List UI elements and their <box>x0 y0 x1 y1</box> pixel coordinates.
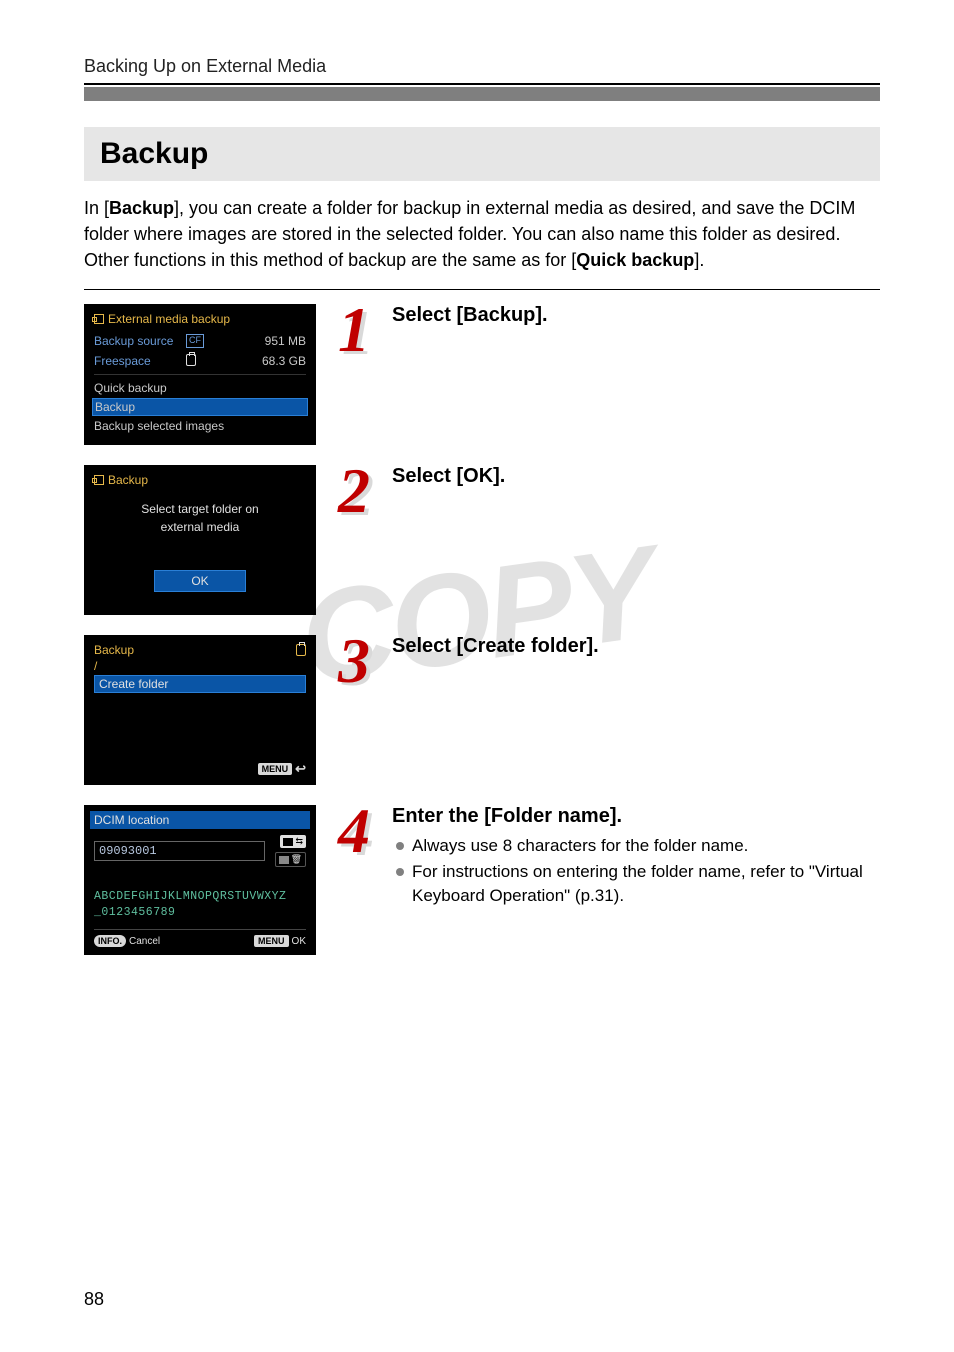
step-number-text: 3 <box>338 625 370 696</box>
running-head: Backing Up on External Media <box>84 56 880 77</box>
intro-text-suffix: ]. <box>694 250 704 270</box>
step-number-text: 2 <box>338 455 370 526</box>
freespace-value: 68.3 GB <box>196 354 306 368</box>
backup-source-row: Backup source CF 951 MB <box>94 334 306 348</box>
backup-source-value: 951 MB <box>204 334 306 348</box>
backup-menu-items: Quick backup Backup Backup selected imag… <box>94 374 306 435</box>
dial-delete-icon: 🗑 <box>275 852 306 867</box>
screenshot-external-media-backup: External media backup Backup source CF 9… <box>84 304 316 445</box>
step-heading: Select [Create folder]. <box>392 635 880 658</box>
dial-icon <box>279 856 289 864</box>
screenshot-create-folder: Backup / Create folder MENU ↩ <box>84 635 316 785</box>
return-icon: ↩ <box>295 761 306 777</box>
dialog-msg-line1: Select target folder on <box>141 502 258 516</box>
freespace-row: Freespace 68.3 GB <box>94 354 306 368</box>
ok-hint[interactable]: MENU OK <box>254 935 306 947</box>
ok-button[interactable]: OK <box>154 570 246 592</box>
header-rule <box>84 83 880 85</box>
screenshot-title-text: External media backup <box>108 312 230 326</box>
screenshot-header: Backup <box>94 643 306 657</box>
step-row: DCIM location 09093001 ⇆ 🗑 ABCDEFGHIJKLM… <box>84 805 880 955</box>
intro-bold-backup: Backup <box>109 198 174 218</box>
intro-text: In [ <box>84 198 109 218</box>
section-title: Backup <box>100 137 864 171</box>
step-heading: Select [Backup]. <box>392 304 880 327</box>
screenshot-title-text: Backup <box>94 643 134 657</box>
input-row: 09093001 ⇆ 🗑 <box>94 835 306 867</box>
ok-label: OK <box>292 936 306 947</box>
menu-item-quick-backup[interactable]: Quick backup <box>94 379 306 397</box>
screenshot-title: External media backup <box>94 312 306 326</box>
step-copy: Select [Backup]. <box>392 304 880 333</box>
cf-card-icon: CF <box>186 334 204 348</box>
screenshot-dcim-location: DCIM location 09093001 ⇆ 🗑 ABCDEFGHIJKLM… <box>84 805 316 955</box>
step-heading: Enter the [Folder name]. <box>392 805 880 828</box>
intro-bold-quick: Quick backup <box>576 250 694 270</box>
folder-name-input[interactable]: 09093001 <box>94 841 265 861</box>
bottom-bar: INFO. Cancel MENU OK <box>94 929 306 947</box>
menu-item-create-folder[interactable]: Create folder <box>94 675 306 693</box>
intro-paragraph: In [Backup], you can create a folder for… <box>84 195 880 273</box>
external-media-icon <box>94 475 104 485</box>
menu-item-backup[interactable]: Backup <box>92 398 308 416</box>
step-number: 3 3 <box>338 635 370 686</box>
freespace-label: Freespace <box>94 354 186 368</box>
section-title-block: Backup <box>84 127 880 181</box>
drive-icon <box>186 354 196 366</box>
cancel-hint[interactable]: INFO. Cancel <box>94 935 160 947</box>
backup-source-label: Backup source <box>94 334 186 348</box>
step-heading: Select [OK]. <box>392 465 880 488</box>
step-copy: Enter the [Folder name]. Always use 8 ch… <box>392 805 880 909</box>
path-slash: / <box>94 659 306 673</box>
cancel-label: Cancel <box>129 936 160 947</box>
dialog-message: Select target folder on external media <box>94 501 306 536</box>
bullet-item: For instructions on entering the folder … <box>392 860 880 908</box>
input-icons: ⇆ 🗑 <box>275 835 306 867</box>
menu-item-backup-selected[interactable]: Backup selected images <box>94 417 306 435</box>
step-row: External media backup Backup source CF 9… <box>84 304 880 445</box>
step-number: 1 1 <box>338 304 370 355</box>
page-number: 88 <box>84 1289 104 1310</box>
step-copy: Select [OK]. <box>392 465 880 494</box>
step-copy: Select [Create folder]. <box>392 635 880 664</box>
step-number-text: 1 <box>338 294 370 365</box>
info-button-label: INFO. <box>94 935 126 947</box>
divider <box>84 289 880 290</box>
screenshot-title-text: Backup <box>108 473 148 487</box>
menu-label: MENU <box>258 763 293 775</box>
step-number: 4 4 <box>338 805 370 856</box>
intro-text-mid: ], you can create a folder for backup in… <box>84 198 855 270</box>
menu-label: MENU <box>254 935 289 947</box>
screenshot-title: Backup <box>94 473 306 487</box>
menu-back-hint: MENU ↩ <box>258 761 306 777</box>
step-bullets: Always use 8 characters for the folder n… <box>392 834 880 907</box>
virtual-keyboard[interactable]: ABCDEFGHIJKLMNOPQRSTUVWXYZ _0123456789 <box>94 889 306 920</box>
screenshot-select-target: Backup Select target folder on external … <box>84 465 316 615</box>
drive-icon <box>296 644 306 656</box>
step-number: 2 2 <box>338 465 370 516</box>
step-number-text: 4 <box>338 795 370 866</box>
screenshot-header: DCIM location <box>90 811 310 829</box>
header-bar <box>84 87 880 101</box>
dpad-move-icon: ⇆ <box>280 835 306 848</box>
dialog-msg-line2: external media <box>161 520 240 534</box>
step-row: Backup / Create folder MENU ↩ 3 3 Select… <box>84 635 880 785</box>
dpad-icon <box>283 838 293 846</box>
external-media-icon <box>94 314 104 324</box>
steps-container: External media backup Backup source CF 9… <box>84 304 880 955</box>
keyboard-row-1[interactable]: ABCDEFGHIJKLMNOPQRSTUVWXYZ <box>94 889 306 905</box>
bullet-item: Always use 8 characters for the folder n… <box>392 834 880 858</box>
keyboard-row-2[interactable]: _0123456789 <box>94 905 306 921</box>
step-row: Backup Select target folder on external … <box>84 465 880 615</box>
